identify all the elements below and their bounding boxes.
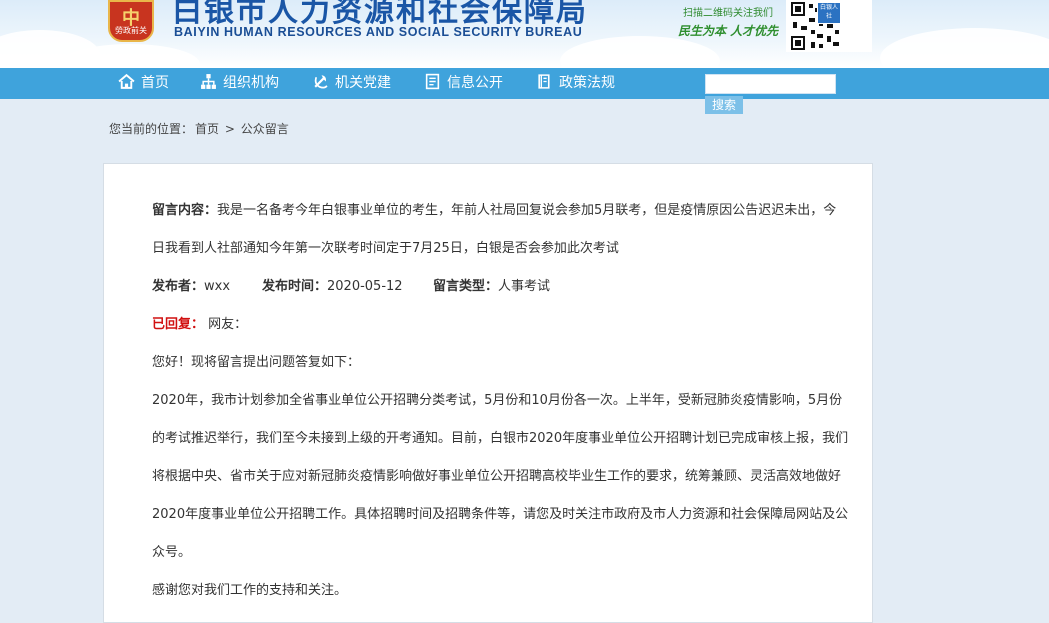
nav-item-party-building[interactable]: 机关党建 <box>312 68 391 99</box>
emblem-text: 勞政前关 <box>115 26 147 35</box>
message-content-line: 日我看到人社部通知今年第一次联考时间定于7月25日，白银是否会参加此次考试 <box>152 237 619 256</box>
home-icon <box>118 73 135 89</box>
reply-line: 的考试推迟举行，我们至今未接到上级的开考通知。目前，白银市2020年度事业单位公… <box>152 431 849 446</box>
site-subtitle: BAIYIN HUMAN RESOURCES AND SOCIAL SECURI… <box>174 25 583 39</box>
content-text: 日我看到人社部通知今年第一次联考时间定于7月25日，白银是否会参加此次考试 <box>152 241 619 256</box>
reply-line: 众号。 <box>152 545 192 560</box>
book-icon <box>538 74 550 89</box>
search-button[interactable]: 搜索 <box>705 96 743 114</box>
party-emblem-icon <box>314 75 328 89</box>
cloud-decoration <box>560 36 720 68</box>
reply-header: 已回复： 网友： <box>152 313 247 332</box>
message-meta: 留言类型：人事考试 <box>433 275 550 294</box>
nav-item-label: 首页 <box>141 75 169 91</box>
qr-caption: 扫描二维码关注我们 <box>683 8 773 19</box>
author-value: wxx <box>204 279 231 294</box>
nav-item-info-disclosure[interactable]: 信息公开 <box>424 68 503 99</box>
message-meta: 发布者：wxx <box>152 275 230 294</box>
main-nav: 首页 组织机构 机关党建 信息公开 政策法规 <box>0 68 1049 99</box>
cloud-decoration <box>880 28 1049 68</box>
reply-recipient: 网友： <box>208 317 248 332</box>
breadcrumb-prefix: 您当前的位置： <box>109 122 194 136</box>
author-label: 发布者： <box>152 279 205 294</box>
nav-item-label: 机关党建 <box>335 75 391 91</box>
reply-line: 2020年度事业单位公开招聘工作。具体招聘时间及招聘条件等，请您及时关注市政府及… <box>152 507 849 522</box>
type-label: 留言类型： <box>433 279 499 294</box>
reply-greeting: 您好！现将留言提出问题答复如下： <box>152 355 361 370</box>
nav-item-policies[interactable]: 政策法规 <box>536 68 615 99</box>
org-chart-icon <box>201 74 216 89</box>
qr-badge: 白银人社 <box>817 2 841 24</box>
search-input[interactable] <box>705 74 836 94</box>
nav-item-organization[interactable]: 组织机构 <box>200 68 279 99</box>
time-value: 2020-05-12 <box>327 279 403 294</box>
message-meta: 发布时间：2020-05-12 <box>262 275 403 294</box>
content-label: 留言内容： <box>152 203 218 218</box>
breadcrumb-separator: > <box>224 122 235 136</box>
reply-closing: 感谢您对我们工作的支持和关注。 <box>152 583 348 598</box>
slogan: 民生为本 人才优先 <box>678 24 779 38</box>
reply-line: 2020年，我市计划参加全省事业单位公开招聘分类考试，5月份和10月份各一次。上… <box>152 393 843 408</box>
bureau-emblem[interactable]: 中 勞政前关 <box>108 0 154 42</box>
breadcrumb-home-link[interactable]: 首页 <box>195 122 219 136</box>
document-icon <box>425 73 440 90</box>
site-header: 中 勞政前关 白银市人力资源和社会保障局 BAIYIN HUMAN RESOUR… <box>0 0 1049 68</box>
content-text: 我是一名备考今年白银事业单位的考生，年前人社局回复说会参加5月联考，但是疫情原因… <box>217 203 837 218</box>
nav-item-label: 信息公开 <box>447 75 503 91</box>
message-content-line: 留言内容：我是一名备考今年白银事业单位的考生，年前人社局回复说会参加5月联考，但… <box>152 199 836 218</box>
nav-item-label: 政策法规 <box>559 75 615 91</box>
breadcrumb: 您当前的位置： 首页 > 公众留言 <box>109 120 291 137</box>
reply-status: 已回复： <box>152 317 205 332</box>
type-value: 人事考试 <box>498 279 551 294</box>
nav-item-label: 组织机构 <box>223 75 279 91</box>
reply-line: 将根据中央、省市关于应对新冠肺炎疫情影响做好事业单位公开招聘高校毕业生工作的要求… <box>152 469 842 484</box>
breadcrumb-current[interactable]: 公众留言 <box>241 122 289 136</box>
nav-item-home[interactable]: 首页 <box>118 68 169 99</box>
time-label: 发布时间： <box>262 279 328 294</box>
